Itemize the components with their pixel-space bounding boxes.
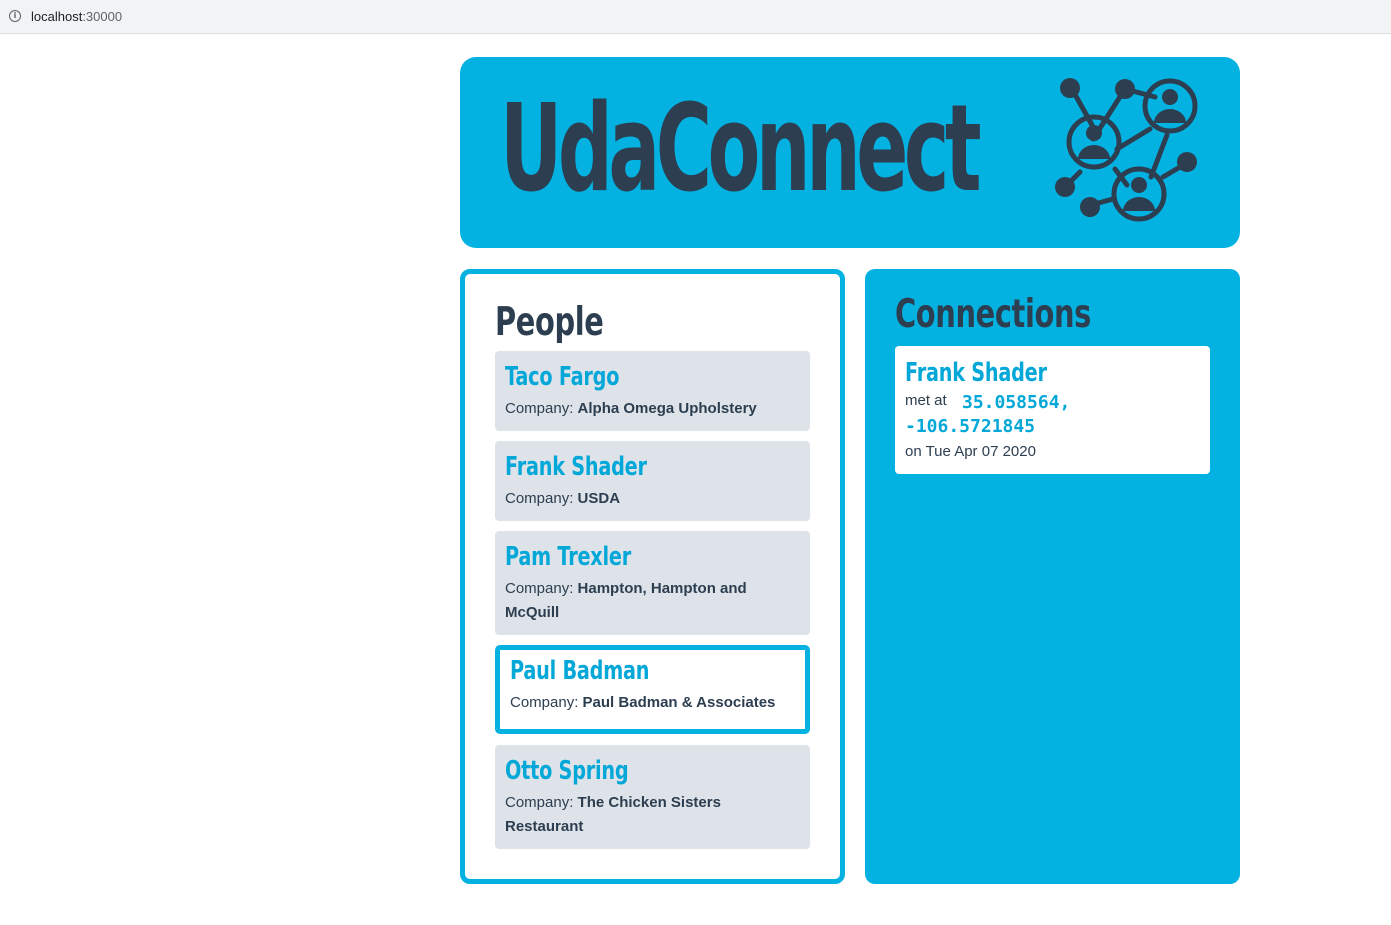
- person-company: Company: Hampton, Hampton and McQuill: [505, 580, 747, 621]
- person-name: Paul Badman: [510, 656, 650, 686]
- browser-address-bar[interactable]: i localhost:30000: [0, 0, 1391, 34]
- company-name: Paul Badman & Associates: [582, 694, 776, 711]
- person-card[interactable]: Pam Trexler Company: Hampton, Hampton an…: [495, 531, 810, 635]
- app-title: UdaConnect: [500, 80, 982, 219]
- connections-panel: Connections Frank Shader met at 35.05856…: [865, 269, 1240, 884]
- person-company: Company: USDA: [505, 490, 621, 507]
- person-company: Company: The Chicken Sisters Restaurant: [505, 794, 721, 835]
- person-card[interactable]: Otto Spring Company: The Chicken Sisters…: [495, 745, 810, 849]
- person-card[interactable]: Frank Shader Company: USDA: [495, 441, 810, 521]
- connections-title: Connections: [895, 292, 1091, 337]
- people-network-icon: [1055, 78, 1198, 222]
- person-name: Pam Trexler: [505, 542, 631, 572]
- url-text[interactable]: localhost:30000: [31, 9, 122, 24]
- company-name: USDA: [577, 490, 621, 507]
- person-card[interactable]: Taco Fargo Company: Alpha Omega Upholste…: [495, 351, 810, 431]
- connection-card[interactable]: Frank Shader met at 35.058564, -106.5721…: [895, 346, 1210, 474]
- people-title: People: [495, 300, 604, 345]
- url-host: localhost: [31, 9, 83, 24]
- person-name: Frank Shader: [505, 452, 647, 482]
- info-icon[interactable]: i: [9, 10, 21, 22]
- connection-name: Frank Shader: [905, 358, 1047, 388]
- connection-latitude: 35.058564,: [962, 392, 1071, 413]
- person-card-selected[interactable]: Paul Badman Company: Paul Badman & Assoc…: [495, 645, 810, 734]
- person-company: Company: Paul Badman & Associates: [510, 694, 776, 711]
- url-port: :30000: [82, 9, 123, 24]
- person-company: Company: Alpha Omega Upholstery: [505, 400, 757, 417]
- person-name: Otto Spring: [505, 756, 629, 786]
- app-header: UdaConnect: [460, 57, 1240, 248]
- company-name: Alpha Omega Upholstery: [577, 400, 757, 417]
- people-panel: People Taco Fargo Company: Alpha Omega U…: [460, 269, 845, 884]
- connection-date: on Tue Apr 07 2020: [905, 443, 1036, 460]
- met-at-label: met at: [905, 392, 947, 409]
- person-name: Taco Fargo: [505, 362, 620, 392]
- connection-longitude: -106.5721845: [905, 416, 1036, 437]
